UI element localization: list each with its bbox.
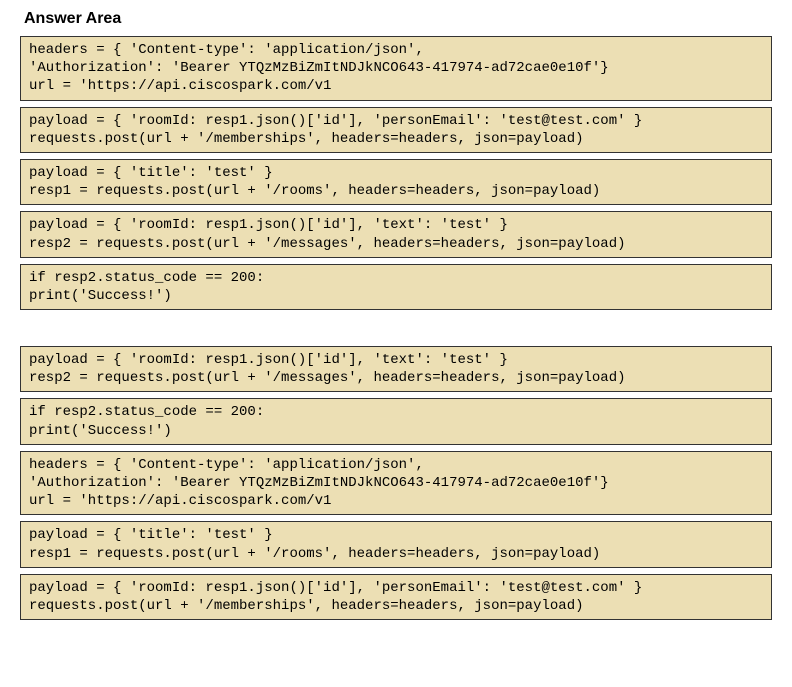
code-block: headers = { 'Content-type': 'application… — [20, 451, 772, 516]
code-block: payload = { 'roomId: resp1.json()['id'],… — [20, 211, 772, 257]
code-block: payload = { 'roomId: resp1.json()['id'],… — [20, 346, 772, 392]
page-title: Answer Area — [24, 10, 782, 28]
code-block: if resp2.status_code == 200: print('Succ… — [20, 398, 772, 444]
code-block: if resp2.status_code == 200: print('Succ… — [20, 264, 772, 310]
code-block: payload = { 'roomId: resp1.json()['id'],… — [20, 107, 772, 153]
code-block: headers = { 'Content-type': 'application… — [20, 36, 772, 101]
code-block: payload = { 'title': 'test' } resp1 = re… — [20, 521, 772, 567]
code-block: payload = { 'title': 'test' } resp1 = re… — [20, 159, 772, 205]
code-block: payload = { 'roomId: resp1.json()['id'],… — [20, 574, 772, 620]
